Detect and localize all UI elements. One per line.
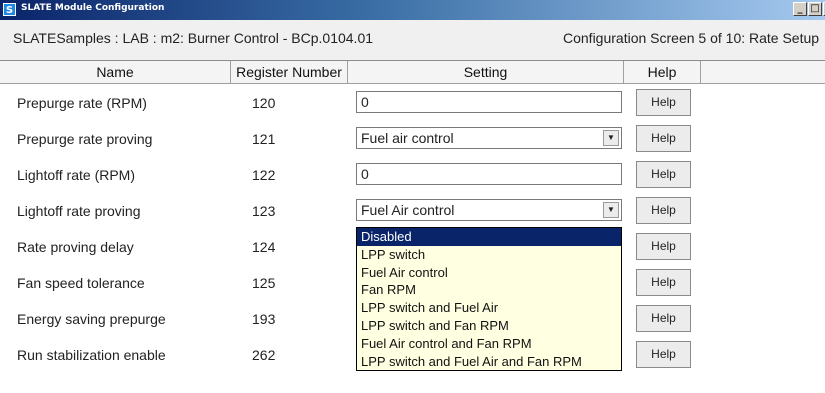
chevron-down-icon[interactable]: ▼ — [603, 202, 619, 218]
dropdown-list: Disabled LPP switch Fuel Air control Fan… — [356, 227, 622, 371]
title-bar: S SLATE Module Configuration _ □ x — [0, 0, 825, 20]
setting-name: Energy saving prepurge — [17, 311, 166, 327]
chevron-down-icon[interactable]: ▼ — [603, 130, 619, 146]
setting-input[interactable]: 0 — [356, 163, 622, 185]
minimize-button[interactable]: _ — [793, 2, 807, 16]
column-header-setting[interactable]: Setting — [348, 61, 624, 83]
setting-name: Rate proving delay — [17, 239, 134, 255]
setting-name: Prepurge rate (RPM) — [17, 95, 147, 111]
app-icon: S — [3, 3, 16, 16]
dropdown-option[interactable]: LPP switch and Fuel Air — [357, 299, 621, 317]
header-bar: SLATESamples : LAB : m2: Burner Control … — [0, 22, 825, 58]
setting-select[interactable]: Fuel Air control ▼ — [356, 199, 622, 221]
table-row: Lightoff rate proving 123 Fuel Air contr… — [0, 193, 825, 229]
register-number: 262 — [252, 347, 276, 363]
grid-header: Name Register Number Setting Help — [0, 61, 825, 84]
screen-info: Configuration Screen 5 of 10: Rate Setup — [563, 30, 820, 46]
register-number: 120 — [252, 95, 276, 111]
maximize-button[interactable]: □ — [808, 2, 822, 16]
dropdown-option[interactable]: LPP switch and Fan RPM — [357, 317, 621, 335]
setting-name: Run stabilization enable — [17, 347, 166, 363]
column-header-help[interactable]: Help — [624, 61, 701, 83]
help-button[interactable]: Help — [636, 125, 691, 152]
help-button[interactable]: Help — [636, 341, 691, 368]
dropdown-option[interactable]: Fuel Air control and Fan RPM — [357, 335, 621, 353]
setting-name: Fan speed tolerance — [17, 275, 145, 291]
register-number: 193 — [252, 311, 276, 327]
table-row: Prepurge rate (RPM) 120 0 Help — [0, 85, 825, 121]
register-number: 125 — [252, 275, 276, 291]
setting-name: Prepurge rate proving — [17, 131, 153, 147]
setting-name: Lightoff rate proving — [17, 203, 141, 219]
setting-name: Lightoff rate (RPM) — [17, 167, 136, 183]
select-value: Fuel Air control — [361, 202, 455, 218]
setting-select[interactable]: Fuel air control ▼ — [356, 127, 622, 149]
help-button[interactable]: Help — [636, 269, 691, 296]
dropdown-option[interactable]: Fan RPM — [357, 281, 621, 299]
dropdown-option[interactable]: Disabled — [357, 228, 621, 246]
help-button[interactable]: Help — [636, 197, 691, 224]
register-number: 123 — [252, 203, 276, 219]
register-number: 122 — [252, 167, 276, 183]
help-button[interactable]: Help — [636, 161, 691, 188]
help-button[interactable]: Help — [636, 233, 691, 260]
column-header-register[interactable]: Register Number — [231, 61, 348, 83]
setting-input[interactable]: 0 — [356, 91, 622, 113]
select-value: Fuel air control — [361, 130, 454, 146]
table-row: Prepurge rate proving 121 Fuel air contr… — [0, 121, 825, 157]
table-row: Lightoff rate (RPM) 122 0 Help — [0, 157, 825, 193]
dropdown-option[interactable]: LPP switch — [357, 246, 621, 264]
help-button[interactable]: Help — [636, 89, 691, 116]
window-title: SLATE Module Configuration — [21, 3, 165, 13]
dropdown-option[interactable]: LPP switch and Fuel Air and Fan RPM — [357, 353, 621, 371]
window-controls: _ □ x — [793, 2, 825, 16]
help-button[interactable]: Help — [636, 305, 691, 332]
dropdown-option[interactable]: Fuel Air control — [357, 264, 621, 282]
column-header-name[interactable]: Name — [0, 61, 231, 83]
breadcrumb: SLATESamples : LAB : m2: Burner Control … — [13, 30, 374, 46]
register-number: 121 — [252, 131, 276, 147]
register-number: 124 — [252, 239, 276, 255]
